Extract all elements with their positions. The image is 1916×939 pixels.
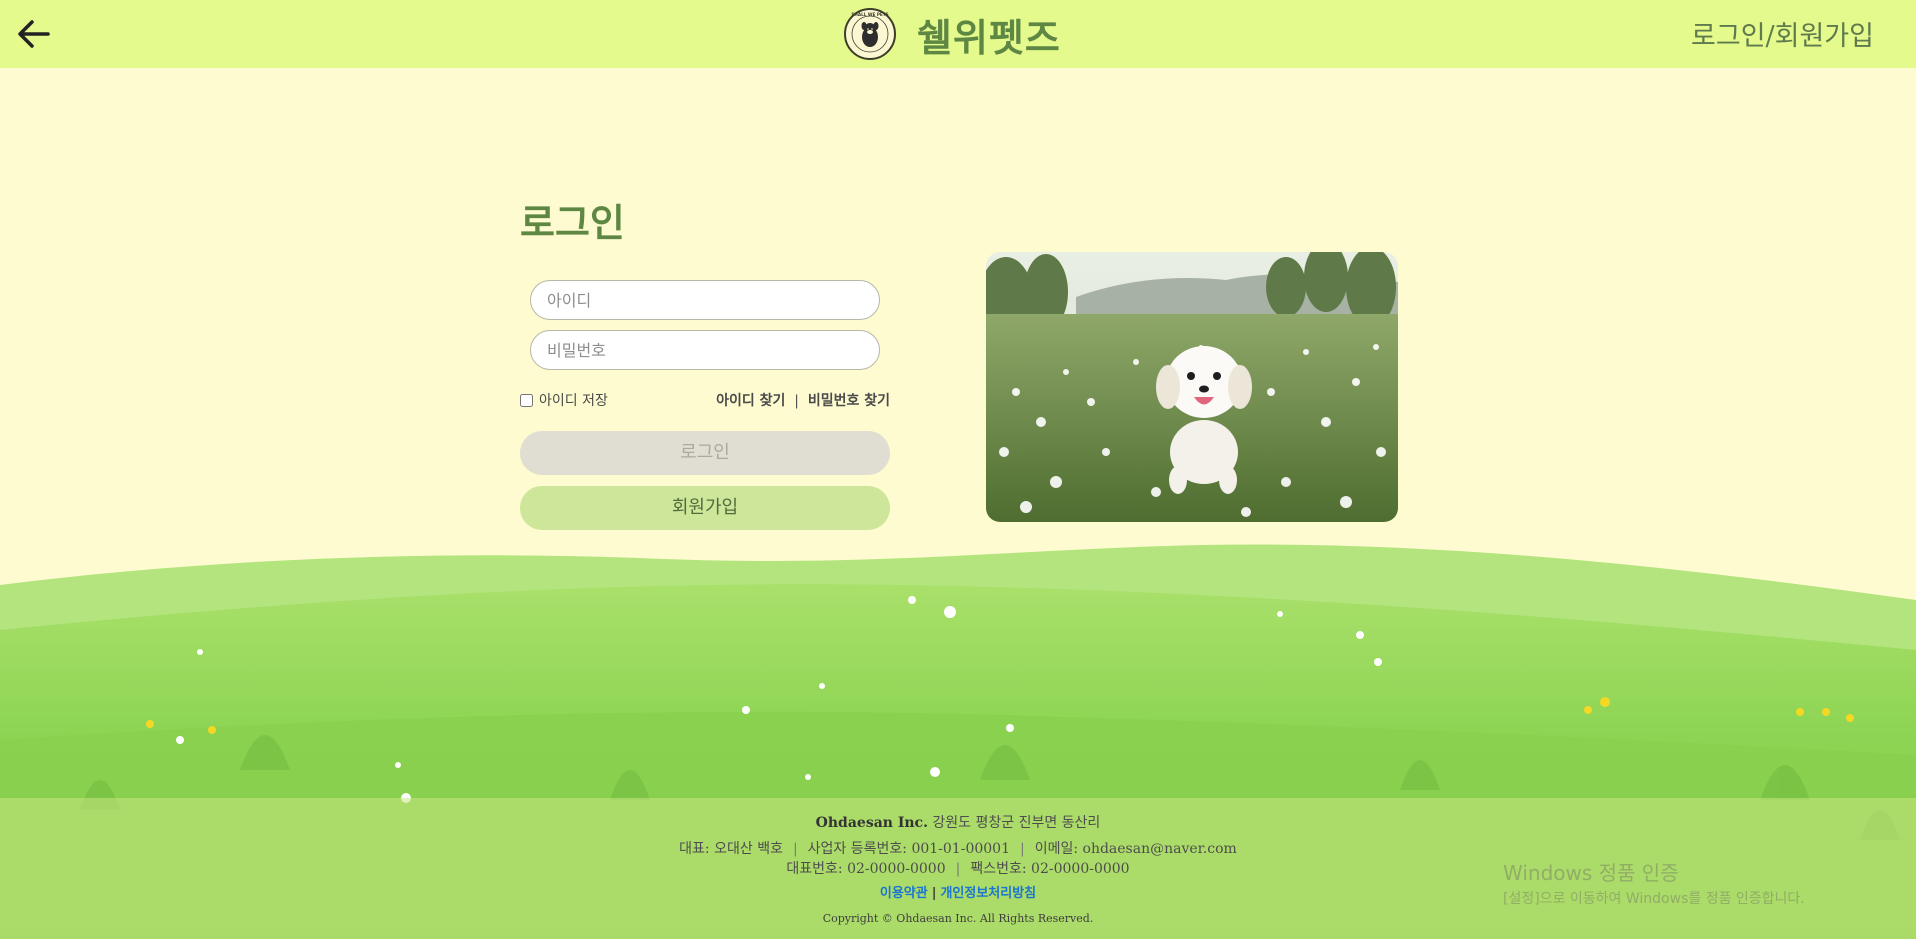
- signup-button[interactable]: 회원가입: [520, 486, 890, 530]
- badge-text: SHALL WE PETS: [851, 12, 888, 17]
- business-number: 사업자 등록번호: 001-01-00001: [807, 841, 1010, 857]
- login-title: 로그인: [520, 200, 625, 245]
- top-header: SHALL WE PETS 쉘위펫즈 로그인/회원가입: [0, 0, 1916, 68]
- ceo-info: 대표: 오대산 백호: [679, 841, 783, 857]
- puppy-photo: [986, 252, 1398, 522]
- company-name: Ohdaesan Inc.: [815, 815, 928, 831]
- company-address: 강원도 평창군 진부면 동산리: [932, 815, 1101, 831]
- back-arrow-icon[interactable]: [14, 14, 54, 54]
- separator: |: [792, 841, 798, 857]
- footer-info-line: 대표: 오대산 백호 | 사업자 등록번호: 001-01-00001 | 이메일: o…: [0, 838, 1916, 858]
- separator: |: [931, 886, 937, 901]
- watermark-title: Windows 정품 인증: [1503, 861, 1679, 885]
- id-input[interactable]: [530, 280, 880, 320]
- page: SHALL WE PETS 쉘위펫즈 로그인/회원가입 로그인 아이디 저장 아…: [0, 0, 1916, 939]
- save-id-checkbox[interactable]: [520, 393, 533, 407]
- find-account-links: 아이디 찾기 | 비밀번호 찾기: [716, 390, 890, 410]
- contact-email: 이메일: ohdaesan@naver.com: [1034, 841, 1237, 857]
- copyright: Copyright © Ohdaesan Inc. All Rights Res…: [822, 912, 1094, 925]
- find-id-link[interactable]: 아이디 찾기: [716, 393, 785, 409]
- brand-logo[interactable]: SHALL WE PETS 쉘위펫즈: [843, 5, 1061, 63]
- separator: |: [955, 861, 961, 877]
- brand-name[interactable]: 쉘위펫즈: [917, 7, 1061, 62]
- footer-company-line: Ohdaesan Inc. 강원도 평창군 진부면 동산리: [0, 812, 1916, 832]
- windows-activation-watermark: Windows 정품 인증 [설정]으로 이동하여 Windows를 정품 인증…: [1503, 857, 1805, 908]
- phone-number: 대표번호: 02-0000-0000: [786, 861, 946, 877]
- dog-badge-icon: SHALL WE PETS: [844, 8, 896, 60]
- separator: |: [1019, 841, 1025, 857]
- privacy-link[interactable]: 개인정보처리방침: [940, 886, 1036, 901]
- terms-link[interactable]: 이용약관: [880, 886, 928, 901]
- login-signup-link[interactable]: 로그인/회원가입: [1691, 14, 1874, 53]
- fax-number: 팩스번호: 02-0000-0000: [970, 861, 1130, 877]
- login-button[interactable]: 로그인: [520, 431, 890, 475]
- password-input[interactable]: [530, 330, 880, 370]
- find-divider: |: [794, 393, 799, 409]
- watermark-subtitle: [설정]으로 이동하여 Windows를 정품 인증합니다.: [1503, 891, 1805, 907]
- save-id-option[interactable]: 아이디 저장: [520, 390, 608, 410]
- login-options-row: 아이디 저장 아이디 찾기 | 비밀번호 찾기: [520, 390, 890, 410]
- find-password-link[interactable]: 비밀번호 찾기: [808, 393, 890, 409]
- save-id-label: 아이디 저장: [539, 393, 608, 409]
